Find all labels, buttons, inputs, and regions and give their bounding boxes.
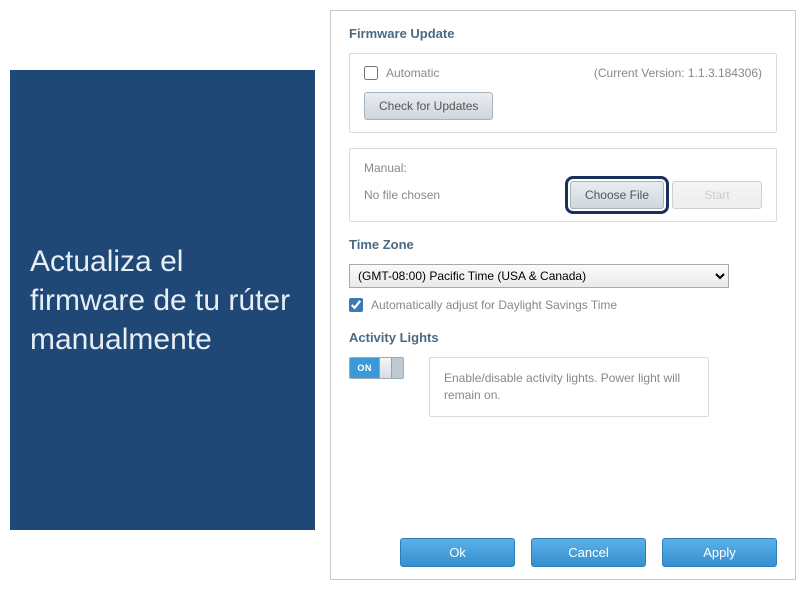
timezone-section-title: Time Zone [349, 237, 777, 252]
automatic-checkbox[interactable] [364, 66, 378, 80]
toggle-on-label: ON [350, 358, 379, 378]
timezone-select[interactable]: (GMT-08:00) Pacific Time (USA & Canada) [349, 264, 729, 288]
start-button[interactable]: Start [672, 181, 762, 209]
check-updates-button[interactable]: Check for Updates [364, 92, 493, 120]
firmware-auto-box: Automatic (Current Version: 1.1.3.184306… [349, 53, 777, 133]
bottom-button-row: Ok Cancel Apply [349, 538, 777, 567]
firmware-section-title: Firmware Update [349, 26, 777, 41]
activity-toggle[interactable]: ON [349, 357, 404, 379]
activity-description: Enable/disable activity lights. Power li… [429, 357, 709, 417]
firmware-section: Firmware Update Automatic (Current Versi… [349, 26, 777, 237]
instruction-text: Actualiza el firmware de tu rúter manual… [10, 70, 315, 530]
timezone-section: Time Zone (GMT-08:00) Pacific Time (USA … [349, 237, 777, 312]
automatic-label: Automatic [386, 66, 439, 80]
cancel-button[interactable]: Cancel [531, 538, 646, 567]
activity-section-title: Activity Lights [349, 330, 777, 345]
choose-file-button[interactable]: Choose File [570, 181, 664, 209]
toggle-knob [379, 358, 392, 378]
settings-panel: Firmware Update Automatic (Current Versi… [330, 10, 796, 580]
no-file-text: No file chosen [364, 188, 440, 202]
manual-label: Manual: [364, 161, 762, 175]
ok-button[interactable]: Ok [400, 538, 515, 567]
apply-button[interactable]: Apply [662, 538, 777, 567]
activity-section: Activity Lights ON Enable/disable activi… [349, 330, 777, 417]
dst-label: Automatically adjust for Daylight Saving… [371, 298, 617, 312]
current-version-text: (Current Version: 1.1.3.184306) [594, 66, 762, 80]
dst-checkbox[interactable] [349, 298, 363, 312]
firmware-manual-box: Manual: No file chosen Choose File Start [349, 148, 777, 222]
instruction-panel: Actualiza el firmware de tu rúter manual… [10, 70, 315, 580]
